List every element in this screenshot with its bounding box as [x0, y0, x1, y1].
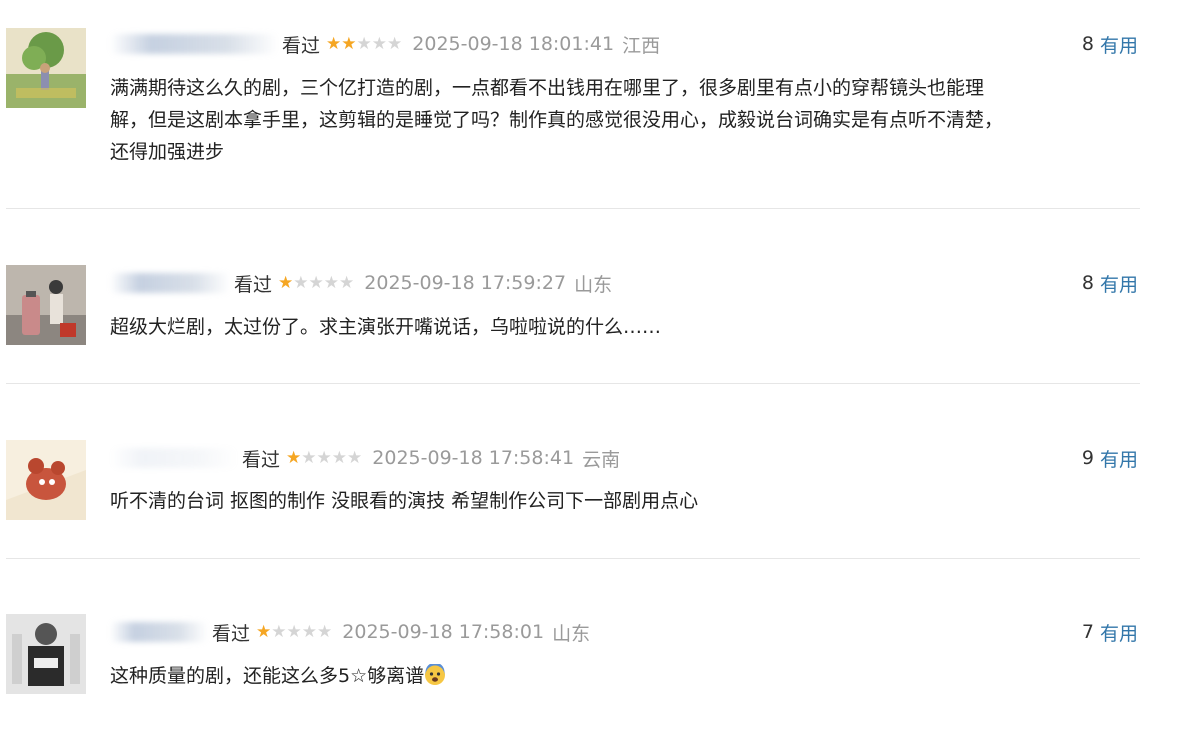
comment-time: 2025-09-18 17:58:41 — [372, 447, 575, 469]
comment-time: 2025-09-18 17:59:27 — [364, 272, 567, 294]
star-icon: ★ — [256, 621, 272, 642]
comment-text-line: 还得加强进步 — [110, 141, 225, 163]
star-icon: ★ — [271, 621, 287, 642]
comment-location: 山东 — [552, 622, 591, 645]
comment-text-line: 听不清的台词 抠图的制作 没眼看的演技 希望制作公司下一部剧用点心 — [110, 490, 699, 512]
star-icon: ★ — [316, 447, 332, 468]
divider — [6, 208, 1140, 209]
star-icon: ★ — [308, 272, 324, 293]
comment-location: 山东 — [574, 273, 613, 296]
comment-text: 超级大烂剧，太过份了。求主演张开嘴说话，乌啦啦说的什么…… — [110, 311, 1150, 343]
vote-count: 7 — [1081, 621, 1094, 643]
rating-stars: ★ ★ ★ ★ ★ — [326, 33, 403, 54]
vote-count: 9 — [1081, 447, 1094, 469]
username[interactable] — [110, 622, 208, 642]
star-icon: ★ — [301, 621, 318, 642]
comment-text-line: 超级大烂剧，太过份了。求主演张开嘴说话，乌啦啦说的什么…… — [110, 316, 662, 338]
star-icon: ★ — [278, 272, 294, 293]
avatar[interactable] — [6, 265, 86, 345]
vote-area: 9 有用 — [1082, 443, 1138, 473]
useful-button[interactable]: 有用 — [1100, 270, 1138, 297]
useful-button[interactable]: 有用 — [1100, 31, 1138, 58]
avatar[interactable] — [6, 614, 86, 694]
comment-text-line: 这种质量的剧，还能这么多5☆够离谱 — [110, 660, 1150, 692]
username[interactable] — [110, 34, 278, 54]
avatar[interactable] — [6, 28, 86, 108]
useful-button[interactable]: 有用 — [1100, 619, 1138, 646]
comment-location: 云南 — [582, 448, 621, 471]
star-icon: ★ — [347, 447, 363, 468]
star-icon: ★ — [323, 272, 340, 293]
watched-label: 看过 — [234, 273, 273, 296]
useful-button[interactable]: 有用 — [1100, 445, 1138, 472]
comment-meta: 看过 ★ ★ ★ ★ ★ 2025-09-18 18:01:41 江西 — [110, 29, 660, 59]
star-icon: ★ — [317, 621, 333, 642]
comment-text: 满满期待这么久的剧，三个亿打造的剧，一点都看不出钱用在哪里了，很多剧里有点小的穿… — [110, 72, 1150, 168]
star-icon: ★ — [356, 33, 372, 54]
divider — [6, 383, 1140, 384]
comment-meta: 看过 ★ ★ ★ ★ ★ 2025-09-18 17:59:27 山东 — [110, 268, 612, 298]
star-icon: ★ — [371, 33, 388, 54]
rating-stars: ★ ★ ★ ★ ★ — [278, 272, 355, 293]
comment-text-line: 满满期待这么久的剧，三个亿打造的剧，一点都看不出钱用在哪里了，很多剧里有点小的穿… — [110, 77, 985, 99]
vote-count: 8 — [1081, 272, 1094, 294]
watched-label: 看过 — [242, 448, 281, 471]
vote-area: 8 有用 — [1082, 29, 1138, 59]
star-icon: ★ — [341, 33, 357, 54]
rating-stars: ★ ★ ★ ★ ★ — [286, 447, 363, 468]
username[interactable] — [110, 448, 238, 468]
star-icon: ★ — [286, 447, 302, 468]
avatar[interactable] — [6, 440, 86, 520]
star-icon: ★ — [387, 33, 403, 54]
comment-text: 听不清的台词 抠图的制作 没眼看的演技 希望制作公司下一部剧用点心 — [110, 485, 1150, 517]
scared-face-emoji — [424, 662, 446, 686]
comment-time: 2025-09-18 18:01:41 — [412, 33, 615, 55]
watched-label: 看过 — [212, 622, 251, 645]
comment-time: 2025-09-18 17:58:01 — [342, 621, 545, 643]
watched-label: 看过 — [282, 34, 321, 57]
star-icon: ★ — [301, 447, 317, 468]
comment-location: 江西 — [622, 34, 661, 57]
vote-area: 7 有用 — [1082, 617, 1138, 647]
comment-meta: 看过 ★ ★ ★ ★ ★ 2025-09-18 17:58:41 云南 — [110, 443, 620, 473]
divider — [6, 558, 1140, 559]
star-icon: ★ — [331, 447, 348, 468]
star-icon: ★ — [293, 272, 309, 293]
vote-area: 8 有用 — [1082, 268, 1138, 298]
star-icon: ★ — [286, 621, 302, 642]
comment-text-line: 解，但是这剧本拿手里，这剪辑的是睡觉了吗？制作真的感觉很没用心，成毅说台词确实是… — [110, 109, 1004, 131]
comment-text: 这种质量的剧，还能这么多5☆够离谱 — [110, 660, 1150, 692]
star-icon: ★ — [339, 272, 355, 293]
vote-count: 8 — [1081, 33, 1094, 55]
username[interactable] — [110, 273, 230, 293]
rating-stars: ★ ★ ★ ★ ★ — [256, 621, 333, 642]
comment-meta: 看过 ★ ★ ★ ★ ★ 2025-09-18 17:58:01 山东 — [110, 617, 590, 647]
star-icon: ★ — [326, 33, 342, 54]
